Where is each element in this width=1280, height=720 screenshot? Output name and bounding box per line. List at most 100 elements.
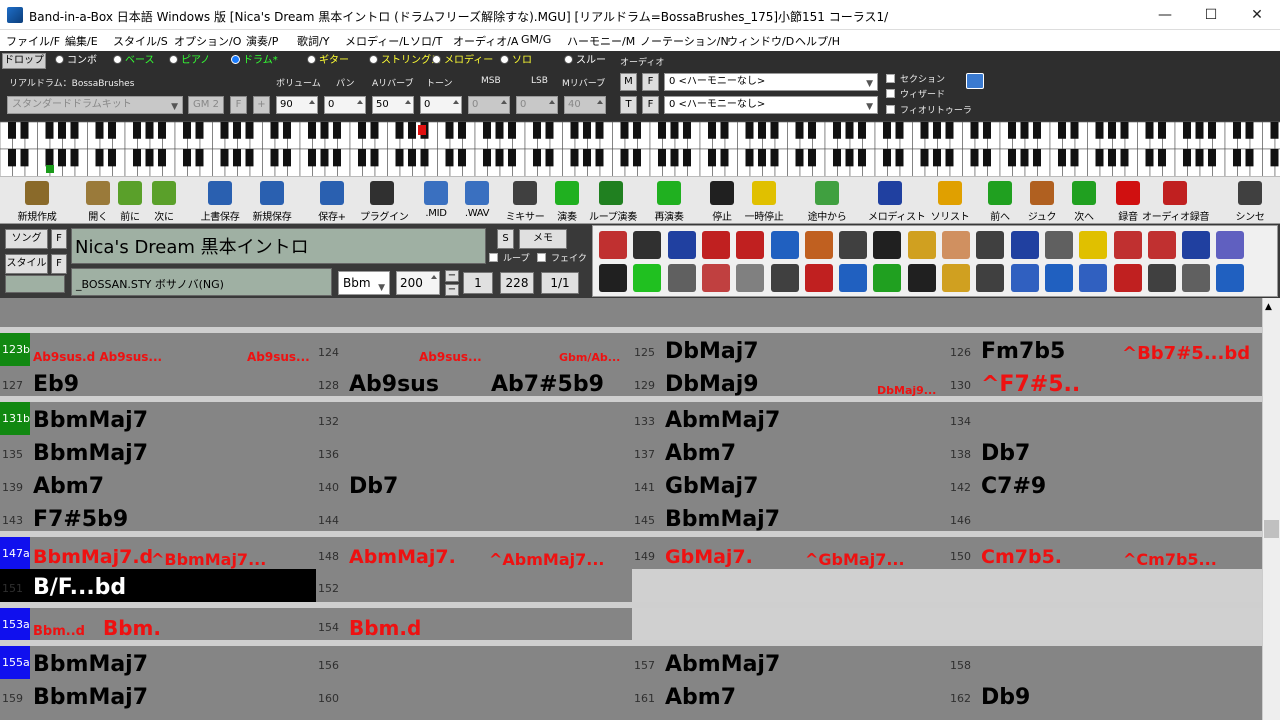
loop-checkbox[interactable]: ループ — [489, 251, 529, 264]
pill-icon[interactable] — [1113, 264, 1142, 292]
chord-symbol[interactable]: Ab9sus... — [419, 350, 482, 364]
black-key[interactable] — [1270, 122, 1279, 139]
chord-symbol[interactable]: AbmMaj7 — [665, 652, 780, 677]
menu-options[interactable]: オプション/O — [174, 33, 241, 49]
black-key[interactable] — [1270, 149, 1279, 167]
chord-symbol[interactable]: C7#9 — [981, 474, 1046, 499]
black-key[interactable] — [133, 122, 141, 139]
toolbar-button-11[interactable]: 演奏 — [545, 179, 589, 223]
bar-cell[interactable]: 162 Db9 — [948, 679, 1262, 712]
black-key[interactable] — [533, 122, 541, 139]
chord-symbol[interactable]: Abm7 — [665, 441, 736, 466]
t-button[interactable]: T — [620, 96, 637, 114]
key-select[interactable]: Bbm ▼ — [338, 271, 390, 295]
notation-icon[interactable] — [1044, 231, 1073, 259]
black-key[interactable] — [1245, 122, 1254, 139]
bar-cell[interactable]: 128 Ab9sus Ab7#5b9 — [316, 366, 632, 399]
piano-icon[interactable] — [873, 231, 902, 259]
black-key[interactable] — [1158, 122, 1166, 139]
toolbar-button-20[interactable]: ジュク — [1020, 179, 1064, 223]
toolbar-button-15[interactable]: 一時停止 — [742, 179, 786, 223]
black-key[interactable] — [983, 149, 991, 167]
style-button[interactable]: スタイル — [5, 254, 48, 274]
refresh-icon[interactable] — [966, 73, 984, 89]
bar-cell[interactable] — [948, 569, 1262, 602]
doc-icon[interactable] — [1044, 264, 1073, 292]
track-tab-6[interactable]: メロディー — [432, 53, 493, 69]
tempo-stepper[interactable]: 200 — [396, 271, 440, 295]
toolbar-button-10[interactable]: ミキサー — [503, 179, 547, 223]
black-key[interactable] — [633, 122, 641, 139]
bar-cell[interactable]: 137 Abm7 — [632, 435, 948, 468]
chord-symbol[interactable]: Abm7 — [665, 685, 736, 710]
chord-symbol[interactable]: Bbm..d — [33, 624, 85, 639]
black-key[interactable] — [145, 122, 154, 139]
black-key[interactable] — [370, 149, 379, 167]
bar-cell[interactable]: 155a BbmMaj7 — [0, 646, 316, 679]
track-tab-2[interactable]: ピアノ — [169, 53, 210, 69]
black-key[interactable] — [620, 122, 629, 139]
guitar2-icon[interactable] — [804, 231, 833, 259]
bar-cell[interactable]: 156 — [316, 646, 632, 679]
black-key[interactable] — [683, 122, 691, 139]
menu-window[interactable]: ウィンドウ/D — [727, 33, 794, 49]
black-key[interactable] — [920, 122, 929, 139]
black-key[interactable] — [1058, 149, 1066, 167]
print-icon[interactable] — [736, 264, 765, 292]
harmony2-select[interactable]: 0 <ハーモニーなし> ▼ — [664, 96, 878, 114]
bar-cell[interactable]: 157 AbmMaj7 — [632, 646, 948, 679]
box-icon[interactable] — [1010, 264, 1039, 292]
black-key[interactable] — [833, 122, 841, 139]
end-bar-button[interactable]: 228 — [500, 272, 534, 294]
black-key[interactable] — [220, 149, 229, 167]
music-icon[interactable] — [633, 264, 662, 292]
start-bar-button[interactable]: 1 — [463, 272, 493, 294]
black-key[interactable] — [1070, 122, 1079, 139]
black-key[interactable] — [883, 149, 891, 167]
tone-stepper[interactable]: 0 — [420, 96, 462, 114]
black-key[interactable] — [858, 122, 866, 139]
menu-style[interactable]: スタイル/S — [113, 33, 168, 49]
bar-cell[interactable]: 132 — [316, 402, 632, 435]
bar-cell[interactable]: 127 Eb9 — [0, 366, 316, 399]
menu-harmony[interactable]: ハーモニー/M — [567, 33, 635, 49]
black-key[interactable] — [195, 122, 204, 139]
black-key[interactable] — [1058, 122, 1066, 139]
bar-cell[interactable]: 142 C7#9 — [948, 468, 1262, 501]
instrument-select[interactable]: スタンダードドラムキット ▼ — [7, 96, 183, 114]
song-title[interactable]: Nica's Dream 黒本イントロ — [71, 228, 486, 264]
chord-symbol[interactable]: Eb9 — [33, 372, 79, 397]
black-key[interactable] — [370, 122, 379, 139]
chord-symbol[interactable]: Abm7 — [33, 474, 104, 499]
black-key[interactable] — [1108, 149, 1116, 167]
menu-solo[interactable]: ソロ/T — [410, 33, 442, 49]
bar-cell[interactable]: Db9 — [316, 712, 632, 720]
chord-symbol[interactable]: BbmMaj7 — [665, 507, 780, 532]
bar-cell[interactable]: 129 DbMaj9 DbMaj9... — [632, 366, 948, 399]
black-key[interactable] — [1145, 149, 1154, 167]
black-key[interactable] — [633, 149, 641, 167]
gm-button[interactable]: GM 2 — [188, 96, 224, 114]
black-key[interactable] — [583, 149, 591, 167]
black-key[interactable] — [358, 122, 366, 139]
bar-cell[interactable]: 153a Bbm..d Bbm. — [0, 608, 316, 641]
black-key[interactable] — [583, 122, 591, 139]
chord-symbol[interactable]: BbmMaj7 — [33, 441, 148, 466]
section-checkbox[interactable]: セクション — [886, 72, 945, 85]
black-key[interactable] — [145, 149, 154, 167]
black-key[interactable] — [545, 122, 554, 139]
toolbar-button-4[interactable]: 上書保存 — [198, 179, 242, 223]
black-key[interactable] — [245, 149, 254, 167]
track-tab-3[interactable]: ドラム* — [231, 53, 278, 69]
black-key[interactable] — [108, 149, 116, 167]
f-button[interactable]: F — [230, 96, 247, 114]
black-key[interactable] — [1195, 149, 1204, 167]
black-key[interactable] — [1183, 149, 1191, 167]
black-key[interactable] — [70, 149, 79, 167]
black-key[interactable] — [670, 149, 679, 167]
tempo-minus2-button[interactable]: − — [445, 284, 459, 296]
black-key[interactable] — [508, 122, 516, 139]
chord-symbol[interactable]: Ab9sus.d Ab9sus... — [33, 350, 162, 364]
bar-cell[interactable]: 148 AbmMaj7. ^AbmMaj7... — [316, 537, 632, 570]
harmony1-select[interactable]: 0 <ハーモニーなし> ▼ — [664, 73, 878, 91]
